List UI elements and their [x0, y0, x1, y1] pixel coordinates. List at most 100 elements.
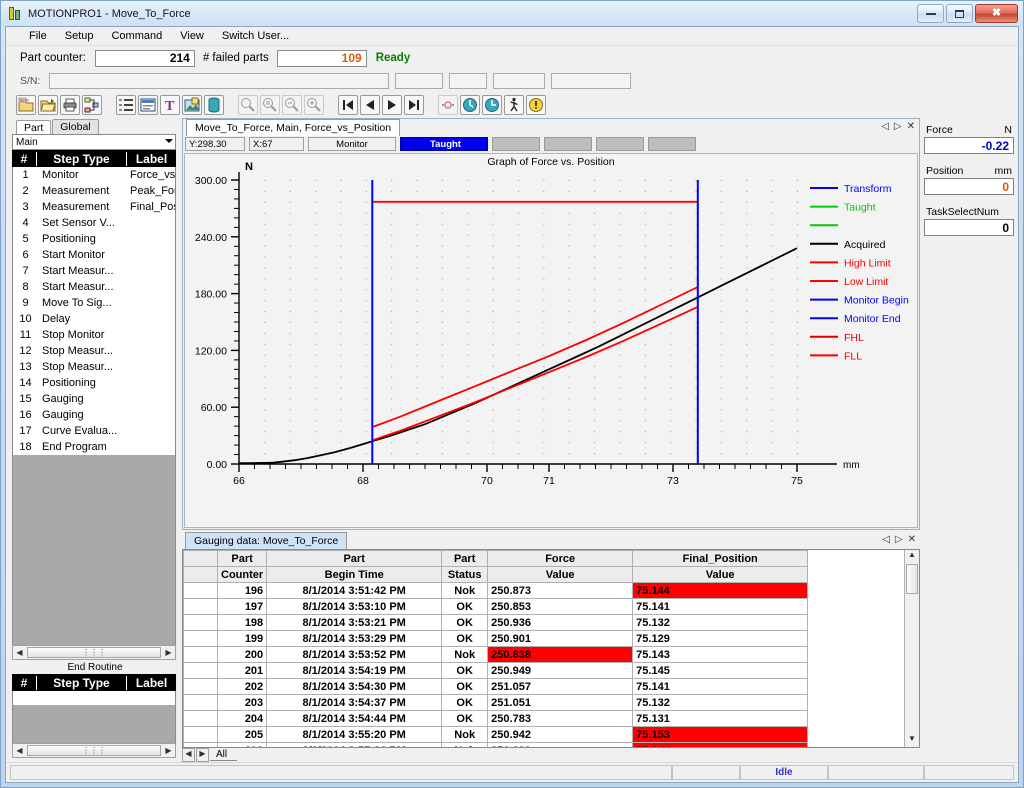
sn-extra-field-3[interactable] [493, 73, 546, 89]
end-scroll-right-icon[interactable]: ▶ [162, 746, 175, 755]
warning-icon[interactable] [526, 95, 546, 115]
failed-parts-field[interactable]: 109 [276, 49, 367, 67]
connect-icon[interactable] [438, 95, 458, 115]
table-row[interactable]: 198 8/1/2014 3:53:21 PM OK 250.936 75.132 [183, 614, 809, 631]
chart-next-icon[interactable]: ▷ [894, 121, 902, 132]
gauging-col-group-0[interactable] [183, 550, 218, 567]
previous-record-icon[interactable] [360, 95, 380, 115]
table-row[interactable]: 201 8/1/2014 3:54:19 PM OK 250.949 75.145 [183, 662, 809, 679]
list-icon[interactable] [116, 95, 136, 115]
gauging-col-header-3[interactable]: Status [441, 566, 489, 583]
step-row[interactable]: 2 Measurement Peak_Force [13, 183, 175, 199]
table-row[interactable]: 202 8/1/2014 3:54:30 PM OK 251.057 75.141 [183, 678, 809, 695]
tab-global[interactable]: Global [52, 119, 99, 134]
gauging-page-next-icon[interactable]: ▶ [196, 747, 209, 762]
curve-mode-taught[interactable]: Taught [400, 137, 488, 151]
step-row[interactable]: 10 Delay [13, 311, 175, 327]
database-icon[interactable] [204, 95, 224, 115]
table-row[interactable]: 196 8/1/2014 3:51:42 PM Nok 250.873 75.144 [183, 582, 809, 599]
step-list[interactable]: 1 Monitor Force_vs_Po 2 Measurement Peak_Forc… [12, 167, 176, 455]
gauging-col-group-3[interactable]: Part [441, 550, 489, 567]
scroll-left-icon[interactable]: ◀ [13, 648, 26, 657]
menu-file[interactable]: File [20, 28, 56, 44]
menu-setup[interactable]: Setup [56, 28, 103, 44]
end-routine-hscrollbar[interactable]: ◀ ⋮⋮⋮ ▶ [12, 743, 176, 758]
run-cycle-icon[interactable] [460, 95, 480, 115]
gauging-footer-tab-all[interactable]: All [210, 749, 238, 761]
gauging-col-header-2[interactable]: Begin Time [266, 566, 443, 583]
step-row[interactable]: 4 Set Sensor V... [13, 215, 175, 231]
step-row[interactable]: 17 Curve Evalua... [13, 423, 175, 439]
table-row[interactable]: 204 8/1/2014 3:54:44 PM OK 250.783 75.131 [183, 710, 809, 727]
text-tool-icon[interactable]: T [160, 95, 180, 115]
serial-number-input[interactable] [49, 73, 390, 89]
end-scrollbar-thumb[interactable]: ⋮⋮⋮ [27, 745, 161, 756]
gauging-page-prev-icon[interactable]: ◀ [182, 747, 195, 762]
step-row[interactable]: 11 Stop Monitor [13, 327, 175, 343]
step-row[interactable]: 12 Stop Measur... [13, 343, 175, 359]
table-row[interactable]: 203 8/1/2014 3:54:37 PM OK 251.051 75.132 [183, 694, 809, 711]
step-row[interactable]: 1 Monitor Force_vs_Po [13, 167, 175, 183]
gauging-document-tab[interactable]: Gauging data: Move_To_Force [185, 532, 348, 549]
last-record-icon[interactable] [404, 95, 424, 115]
table-row[interactable]: 205 8/1/2014 3:55:20 PM Nok 250.942 75.153 [183, 726, 809, 743]
step-row[interactable]: 16 Gauging [13, 407, 175, 423]
gauging-col-header-5[interactable]: Value [632, 566, 809, 583]
gauging-scroll-down-icon[interactable]: ▼ [905, 734, 919, 747]
gauging-col-group-4[interactable]: Force [487, 550, 634, 567]
step-row[interactable]: 13 Stop Measur... [13, 359, 175, 375]
table-row[interactable]: 2068/1/2014 3:55:26 PMNok251.09975.141 [183, 742, 809, 747]
new-file-icon[interactable]: NEW [16, 95, 36, 115]
gauging-table[interactable]: Part Part Part Force Final_Position Counter Be… [183, 550, 809, 747]
chart-document-tab[interactable]: Move_To_Force, Main, Force_vs_Position [186, 119, 401, 136]
step-row[interactable]: 9 Move To Sig... [13, 295, 175, 311]
curve-slot-6[interactable] [544, 137, 592, 151]
menu-switch-user[interactable]: Switch User... [213, 28, 298, 44]
maximize-button[interactable] [946, 4, 973, 23]
part-counter-field[interactable]: 214 [94, 49, 195, 67]
sn-extra-field-2[interactable] [449, 73, 488, 89]
step-list-hscrollbar[interactable]: ◀ ⋮⋮⋮ ▶ [12, 645, 176, 660]
step-row[interactable]: 15 Gauging [13, 391, 175, 407]
first-record-icon[interactable] [338, 95, 358, 115]
menu-command[interactable]: Command [102, 28, 171, 44]
end-routine-list[interactable] [12, 691, 176, 705]
magnify-equal-icon[interactable] [260, 95, 280, 115]
curve-slot-8[interactable] [648, 137, 696, 151]
next-record-icon[interactable] [382, 95, 402, 115]
sn-extra-field-4[interactable] [551, 73, 632, 89]
minimize-button[interactable] [917, 4, 944, 23]
chart-prev-icon[interactable]: ◁ [881, 121, 889, 132]
scrollbar-thumb[interactable]: ⋮⋮⋮ [27, 647, 161, 658]
run-continuous-icon[interactable] [482, 95, 502, 115]
step-row[interactable]: 5 Positioning [13, 231, 175, 247]
magnify-all-icon[interactable] [238, 95, 258, 115]
chart-close-icon[interactable]: ✕ [907, 121, 915, 132]
manual-run-icon[interactable] [504, 95, 524, 115]
gauging-next-icon[interactable]: ▷ [895, 534, 903, 545]
gauging-col-group-5[interactable]: Final_Position [632, 550, 809, 567]
table-row[interactable]: 197 8/1/2014 3:53:10 PM OK 250.853 75.141 [183, 598, 809, 615]
step-row[interactable]: 8 Start Measur... [13, 279, 175, 295]
curve-slot-7[interactable] [596, 137, 644, 151]
gauging-col-group-1[interactable]: Part [216, 550, 268, 567]
gauging-close-icon[interactable]: ✕ [908, 534, 916, 545]
curve-slot-5[interactable] [492, 137, 540, 151]
open-folder-icon[interactable] [38, 95, 58, 115]
form-icon[interactable] [138, 95, 158, 115]
scroll-right-icon[interactable]: ▶ [162, 648, 175, 657]
print-icon[interactable] [60, 95, 80, 115]
table-row[interactable]: 199 8/1/2014 3:53:29 PM OK 250.901 75.129 [183, 630, 809, 647]
gauging-col-header-4[interactable]: Value [487, 566, 634, 583]
gauging-scrollbar-thumb[interactable] [906, 564, 918, 594]
step-row[interactable]: 3 Measurement Final_Position [13, 199, 175, 215]
curve-mode-monitor[interactable]: Monitor [308, 137, 396, 151]
gauging-scroll-up-icon[interactable]: ▲ [905, 550, 919, 563]
step-row[interactable]: 14 Positioning [13, 375, 175, 391]
gauging-table-container[interactable]: Part Part Part Force Final_Position Counter Be… [182, 549, 920, 748]
close-button[interactable]: ✖ [975, 4, 1018, 23]
table-row[interactable]: 200 8/1/2014 3:53:52 PM Nok 250.838 75.143 [183, 646, 809, 663]
gauging-col-header-0[interactable] [183, 566, 218, 583]
step-row[interactable]: 6 Start Monitor [13, 247, 175, 263]
gauging-col-group-2[interactable]: Part [266, 550, 443, 567]
